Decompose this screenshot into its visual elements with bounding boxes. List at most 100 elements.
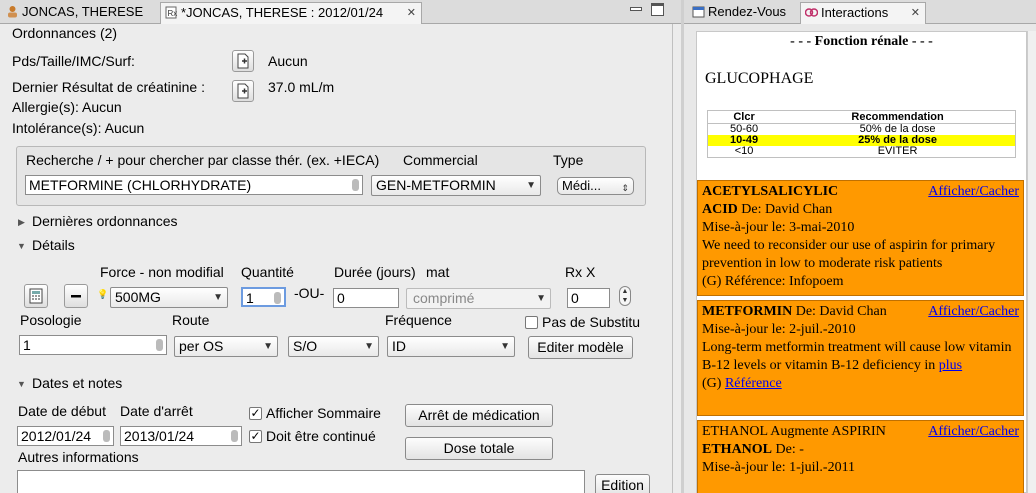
pas-substitution-label: Pas de Substitu xyxy=(542,314,641,330)
posologie-input[interactable]: 1 xyxy=(19,335,167,355)
dose-totale-button[interactable]: Dose totale xyxy=(405,437,553,460)
tab-patient[interactable]: JONCAS, THERESE xyxy=(2,2,154,24)
more-link[interactable]: plus xyxy=(939,358,962,373)
editer-modele-button[interactable]: Editer modèle xyxy=(528,336,633,359)
interaction-card: Afficher/Cacher METFORMIN De: David Chan… xyxy=(697,300,1024,416)
arret-medication-button[interactable]: Arrêt de médication xyxy=(405,404,553,427)
tab-rendez-vous-label: Rendez-Vous xyxy=(708,4,787,19)
duree-input[interactable]: 0 xyxy=(333,288,399,308)
rx-input[interactable]: 0 xyxy=(567,288,610,308)
date-arret-label: Date d'arrêt xyxy=(120,403,193,419)
reference-link[interactable]: Référence xyxy=(725,376,782,391)
afficher-sommaire-checkbox[interactable]: ✓ xyxy=(249,407,262,420)
dates-notes-header[interactable]: Dates et notes xyxy=(32,375,122,391)
card-author: De: - xyxy=(772,442,804,457)
frequence-select[interactable]: ID ▼ xyxy=(387,336,515,357)
recommendation-header: Recommendation xyxy=(780,110,1016,124)
close-icon[interactable]: ✕ xyxy=(407,3,416,23)
so-select[interactable]: S/O ▼ xyxy=(288,336,379,357)
force-label: Force - non modifial xyxy=(100,264,224,280)
add-document-icon xyxy=(237,83,249,99)
pane-divider[interactable] xyxy=(681,0,684,493)
drug-search-value: METFORMINE (CHLORHYDRATE) xyxy=(29,177,252,193)
minimize-icon[interactable] xyxy=(630,7,642,11)
prescription-editor: Ordonnances (2) Pds/Taille/IMC/Surf: Auc… xyxy=(0,24,672,493)
tab-interactions[interactable]: Interactions ✕ xyxy=(800,2,926,24)
route-select[interactable]: per OS ▼ xyxy=(174,336,278,357)
commercial-select[interactable]: GEN-METFORMIN ▼ xyxy=(371,175,541,196)
minus-icon xyxy=(71,295,81,298)
rx-value: 0 xyxy=(571,290,579,306)
interaction-card: Afficher/Cacher ETHANOL Augmente ASPIRIN… xyxy=(697,420,1024,493)
doit-continue-checkbox[interactable]: ✓ xyxy=(249,430,262,443)
last-orders-header[interactable]: Dernières ordonnances xyxy=(32,213,178,229)
duree-label: Durée (jours) xyxy=(334,264,416,280)
type-label: Type xyxy=(553,152,584,168)
afficher-sommaire-label: Afficher Sommaire xyxy=(266,405,381,421)
type-select[interactable]: Médi... ⇕ xyxy=(557,177,634,195)
drug-name: GLUCOPHAGE xyxy=(705,70,814,87)
add-document-button[interactable] xyxy=(232,50,254,72)
expanded-arrow-icon[interactable]: ▼ xyxy=(17,241,26,251)
drug-search-panel: Recherche / + pour chercher par classe t… xyxy=(16,146,646,206)
tab-prescription-label: *JONCAS, THERESE : 2012/01/24 xyxy=(181,5,384,20)
tab-interactions-label: Interactions xyxy=(821,5,889,20)
type-value: Médi... xyxy=(562,178,602,193)
frequence-label: Fréquence xyxy=(385,312,452,328)
date-debut-label: Date de début xyxy=(18,403,106,419)
pds-value: Aucun xyxy=(268,53,308,69)
add-document-button[interactable] xyxy=(232,80,254,102)
chevron-down-icon: ▼ xyxy=(263,341,273,352)
toggle-link[interactable]: Afficher/Cacher xyxy=(928,423,1019,441)
frequence-value: ID xyxy=(392,338,406,354)
chevron-down-icon: ▼ xyxy=(364,341,374,352)
interaction-card: Afficher/Cacher ACETYLSALICYLIC ACID De:… xyxy=(697,180,1024,296)
remove-button[interactable] xyxy=(64,284,88,308)
field-scroll-knob xyxy=(231,430,238,442)
drug-a: ACETYLSALICYLIC xyxy=(702,184,839,199)
calculator-button[interactable] xyxy=(24,284,48,308)
drug-b: ETHANOL xyxy=(702,442,773,457)
maximize-icon[interactable] xyxy=(651,3,664,16)
commercial-label: Commercial xyxy=(403,152,478,168)
drug-search-input[interactable]: METFORMINE (CHLORHYDRATE) xyxy=(25,175,363,195)
tab-rendez-vous[interactable]: Rendez-Vous xyxy=(688,2,798,24)
creatinine-value: 37.0 mL/m xyxy=(268,79,335,95)
interactions-icon xyxy=(805,8,818,17)
card-reference: (G) Référence: Infopoem xyxy=(702,274,844,289)
svg-text:Rx: Rx xyxy=(168,9,178,18)
add-document-icon xyxy=(237,53,249,69)
patient-icon xyxy=(8,6,17,18)
allergies: Allergie(s): Aucun xyxy=(12,99,122,115)
force-select[interactable]: 500MG ▼ xyxy=(110,287,228,308)
expanded-arrow-icon[interactable]: ▼ xyxy=(17,379,26,389)
tab-prescription[interactable]: Rx *JONCAS, THERESE : 2012/01/24 ✕ xyxy=(160,2,422,24)
quantite-input[interactable]: 1 xyxy=(241,287,286,307)
autres-info-label: Autres informations xyxy=(18,449,139,465)
field-scroll-knob xyxy=(103,430,110,442)
updown-icon: ⇕ xyxy=(621,183,629,193)
close-icon[interactable]: ✕ xyxy=(911,3,920,23)
date-arret-input[interactable]: 2013/01/24 xyxy=(120,426,242,446)
form-select[interactable]: comprimé ▼ xyxy=(406,288,551,309)
collapsed-arrow-icon[interactable]: ▶ xyxy=(18,217,25,228)
chevron-down-icon: ▼ xyxy=(536,293,546,304)
clcr-cell: <10 xyxy=(734,145,754,157)
right-scrollbar[interactable] xyxy=(1027,31,1036,493)
pas-substitution-checkbox[interactable] xyxy=(525,316,538,329)
edition-button[interactable]: Edition xyxy=(595,474,650,493)
force-value: 500MG xyxy=(115,289,161,305)
details-header[interactable]: Détails xyxy=(32,237,75,253)
toggle-link[interactable]: Afficher/Cacher xyxy=(928,183,1019,201)
rx-stepper[interactable]: ▲ ▼ xyxy=(619,286,631,306)
route-value: per OS xyxy=(179,338,224,354)
card-updated: Mise-à-jour le: 3-mai-2010 xyxy=(702,220,855,235)
autres-info-textarea[interactable] xyxy=(17,470,585,493)
ref-prefix: (G) xyxy=(702,376,725,391)
card-body: We need to reconsider our use of aspirin… xyxy=(702,238,996,271)
or-label: -OU- xyxy=(294,285,325,301)
date-debut-input[interactable]: 2012/01/24 xyxy=(17,426,114,446)
scrollbar[interactable] xyxy=(672,24,681,493)
toggle-link[interactable]: Afficher/Cacher xyxy=(928,303,1019,321)
drug-b: ACID xyxy=(702,202,738,217)
